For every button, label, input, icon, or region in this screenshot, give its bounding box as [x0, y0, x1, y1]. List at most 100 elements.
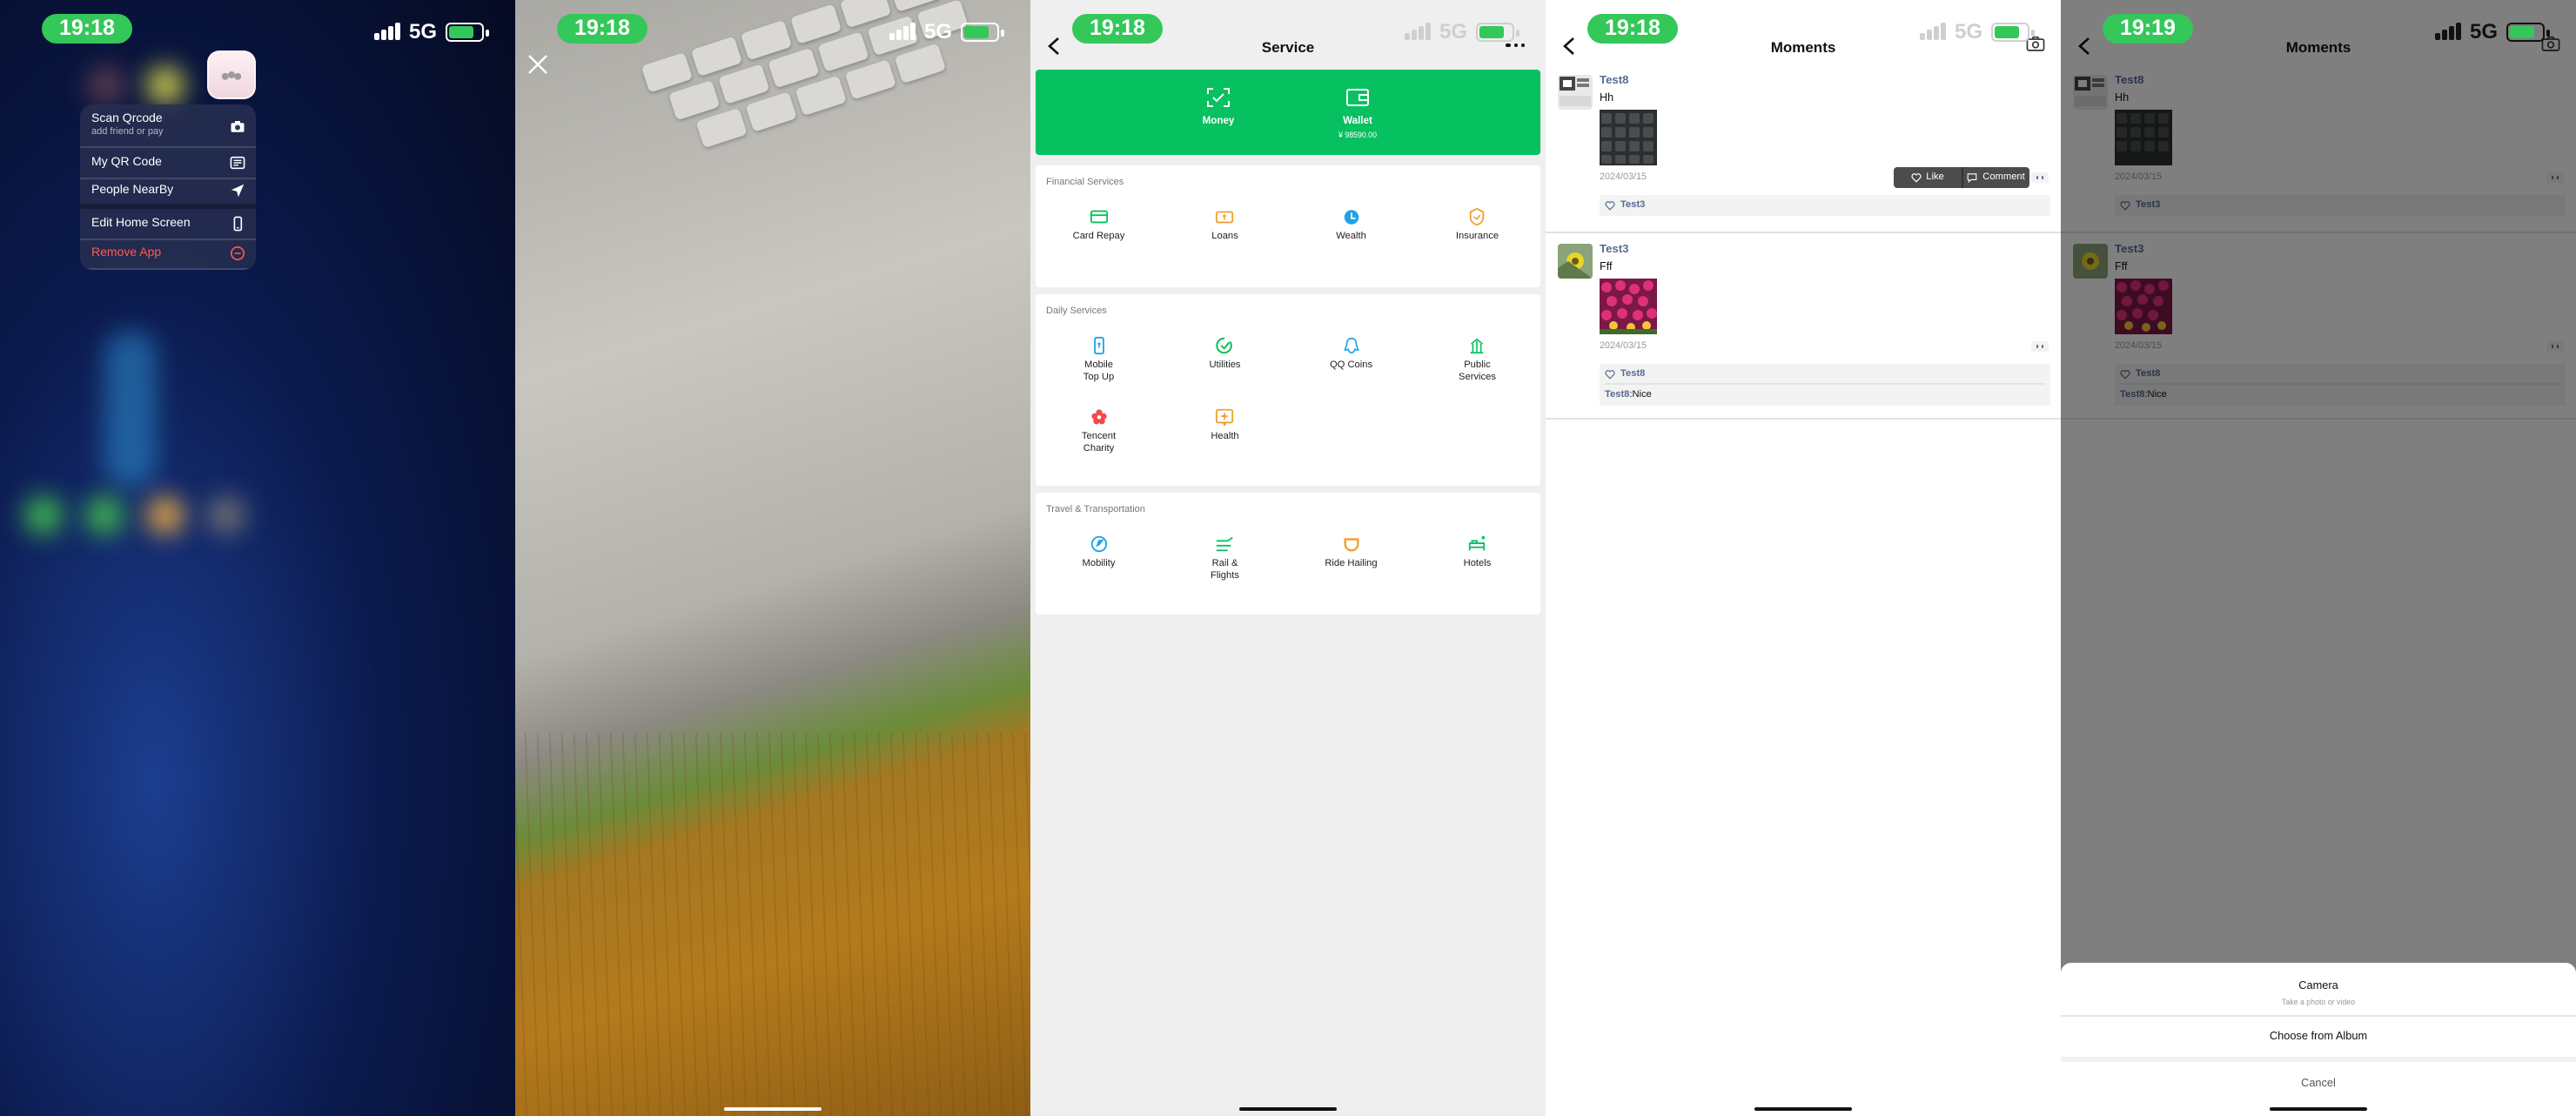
financial-services-section: Financial Services Card Repay Loans Weal…	[1036, 165, 1540, 287]
service-label: QQ Coins	[1329, 360, 1373, 371]
service-wealth[interactable]: Wealth	[1288, 195, 1414, 266]
heart-icon	[1605, 369, 1615, 379]
money-button[interactable]: Money	[1175, 70, 1262, 155]
menu-item-label: People NearBy	[91, 185, 174, 198]
service-label: Insurance	[1455, 232, 1499, 242]
hotels-icon	[1469, 535, 1486, 551]
money-label: Money	[1202, 117, 1235, 127]
health-icon	[1216, 408, 1234, 427]
menu-item-people-nearby[interactable]: People NearBy	[80, 178, 256, 209]
blurred-dock-icon	[85, 496, 124, 534]
money-scan-icon	[1207, 88, 1230, 107]
service-insurance[interactable]: Insurance	[1414, 195, 1540, 266]
sheet-option-album[interactable]: Choose from Album	[2061, 1016, 2576, 1056]
service-label: Hotels	[1463, 559, 1492, 569]
post-action-popup: Like Comment	[1894, 167, 2029, 188]
mobility-icon	[1090, 535, 1107, 553]
service-tencent-charity[interactable]: Tencent Charity	[1036, 395, 1162, 467]
network-label: 5G	[2469, 19, 2498, 44]
like-button[interactable]: Like	[1894, 167, 1961, 188]
signal-icon	[889, 23, 916, 40]
service-health[interactable]: Health	[1162, 395, 1288, 467]
post-date: 2024/03/15	[1600, 341, 1647, 352]
moment-post: Test8 Hh 2024/03/15 Test3	[1546, 66, 2061, 233]
service-rail-flights[interactable]: Rail & Flights	[1162, 522, 1288, 594]
menu-item-label: Remove App	[91, 247, 162, 260]
keyboard-photo	[1601, 113, 1654, 164]
phone-icon	[232, 216, 242, 231]
menu-item-edit-home-screen[interactable]: Edit Home Screen	[80, 209, 256, 239]
insurance-icon	[1470, 207, 1485, 226]
heart-icon	[1605, 201, 1615, 211]
wallet-button[interactable]: Wallet ¥ 98590.00	[1314, 70, 1401, 155]
service-mobile-top-up[interactable]: Mobile Top Up	[1036, 324, 1162, 395]
app-logo-icon	[221, 71, 242, 80]
post-image[interactable]	[1600, 279, 1657, 334]
status-bar: 19:19 5G	[2061, 0, 2576, 59]
loans-icon	[1216, 211, 1234, 224]
post-likes: Test8 Test8:Nice	[1600, 364, 2050, 406]
post-more-button[interactable]	[2031, 341, 2049, 352]
post-more-button[interactable]	[2031, 172, 2049, 183]
menu-item-remove-app[interactable]: Remove App	[80, 239, 256, 270]
service-label: Health	[1211, 432, 1239, 442]
network-label: 5G	[408, 19, 437, 44]
service-panel: 19:18 5G Service Money Wallet ¥ 98590.00	[1030, 0, 1546, 1116]
blurred-app-icon	[87, 66, 125, 104]
wallet-balance: ¥ 98590.00	[1338, 131, 1377, 139]
like-name[interactable]: Test3	[1620, 200, 1645, 211]
remove-circle-icon	[229, 246, 245, 261]
avatar[interactable]	[1558, 244, 1593, 279]
service-label: Utilities	[1209, 360, 1241, 371]
post-comment[interactable]: Test8:Nice	[1605, 385, 2045, 406]
camera-viewfinder-wood	[515, 733, 1030, 1116]
signal-icon	[1405, 23, 1431, 40]
comment-label: Comment	[1982, 172, 2025, 183]
flower-avatar-image	[1558, 244, 1593, 279]
menu-item-label: Scan Qrcode	[91, 113, 163, 125]
service-label: Ride Hailing	[1325, 559, 1378, 569]
location-arrow-icon	[230, 185, 244, 198]
menu-item-scan-qrcode[interactable]: Scan Qrcode add friend or pay	[80, 104, 256, 148]
app-context-menu: Scan Qrcode add friend or pay My QR Code…	[80, 104, 256, 270]
network-label: 5G	[923, 19, 952, 44]
like-name[interactable]: Test8	[1620, 368, 1645, 379]
menu-item-my-qr-code[interactable]: My QR Code	[80, 148, 256, 178]
moments-panel: 19:18 5G Moments Test8 Hh 2024/03/15 Tes…	[1546, 0, 2061, 1116]
service-mobility[interactable]: Mobility	[1036, 522, 1162, 594]
service-label: Tencent Charity	[1081, 432, 1117, 454]
network-label: 5G	[1954, 19, 1982, 44]
battery-icon	[2506, 22, 2549, 41]
battery-icon	[1991, 22, 2034, 41]
battery-icon	[961, 22, 1003, 41]
flowers-photo	[1600, 279, 1657, 334]
comment-button[interactable]: Comment	[1961, 167, 2029, 188]
like-label: Like	[1926, 172, 1944, 183]
service-utilities[interactable]: Utilities	[1162, 324, 1288, 395]
service-card-repay[interactable]: Card Repay	[1036, 195, 1162, 266]
home-indicator	[724, 1106, 822, 1110]
service-ride-hailing[interactable]: Ride Hailing	[1288, 522, 1414, 594]
avatar[interactable]	[1558, 75, 1593, 110]
sheet-option-camera[interactable]: Camera Take a photo or video	[2061, 963, 2576, 1015]
screenshot-strip: 19:18 5G Scan Qrcode add friend or pay M…	[0, 0, 2576, 1116]
status-bar: 19:18 5G	[1030, 0, 1546, 59]
comment-author[interactable]: Test8	[1605, 390, 1629, 400]
status-time: 19:18	[1587, 14, 1678, 44]
sheet-cancel-button[interactable]: Cancel	[2061, 1061, 2576, 1105]
post-text: Fff	[1600, 261, 1613, 273]
heart-icon	[1910, 173, 1921, 183]
post-text: Hh	[1600, 92, 1614, 104]
dim-overlay[interactable]	[2061, 0, 2576, 1116]
signal-icon	[374, 23, 400, 40]
service-hotels[interactable]: Hotels	[1414, 522, 1540, 594]
post-author[interactable]: Test8	[1600, 75, 1629, 87]
service-loans[interactable]: Loans	[1162, 195, 1288, 266]
service-public-services[interactable]: Public Services	[1414, 324, 1540, 395]
blurred-dock-icon	[146, 496, 184, 534]
post-image[interactable]	[1600, 110, 1657, 165]
action-sheet: Camera Take a photo or video Choose from…	[2061, 963, 2576, 1116]
post-author[interactable]: Test3	[1600, 244, 1629, 256]
service-label: Mobility	[1082, 559, 1116, 569]
service-qq-coins[interactable]: QQ Coins	[1288, 324, 1414, 395]
